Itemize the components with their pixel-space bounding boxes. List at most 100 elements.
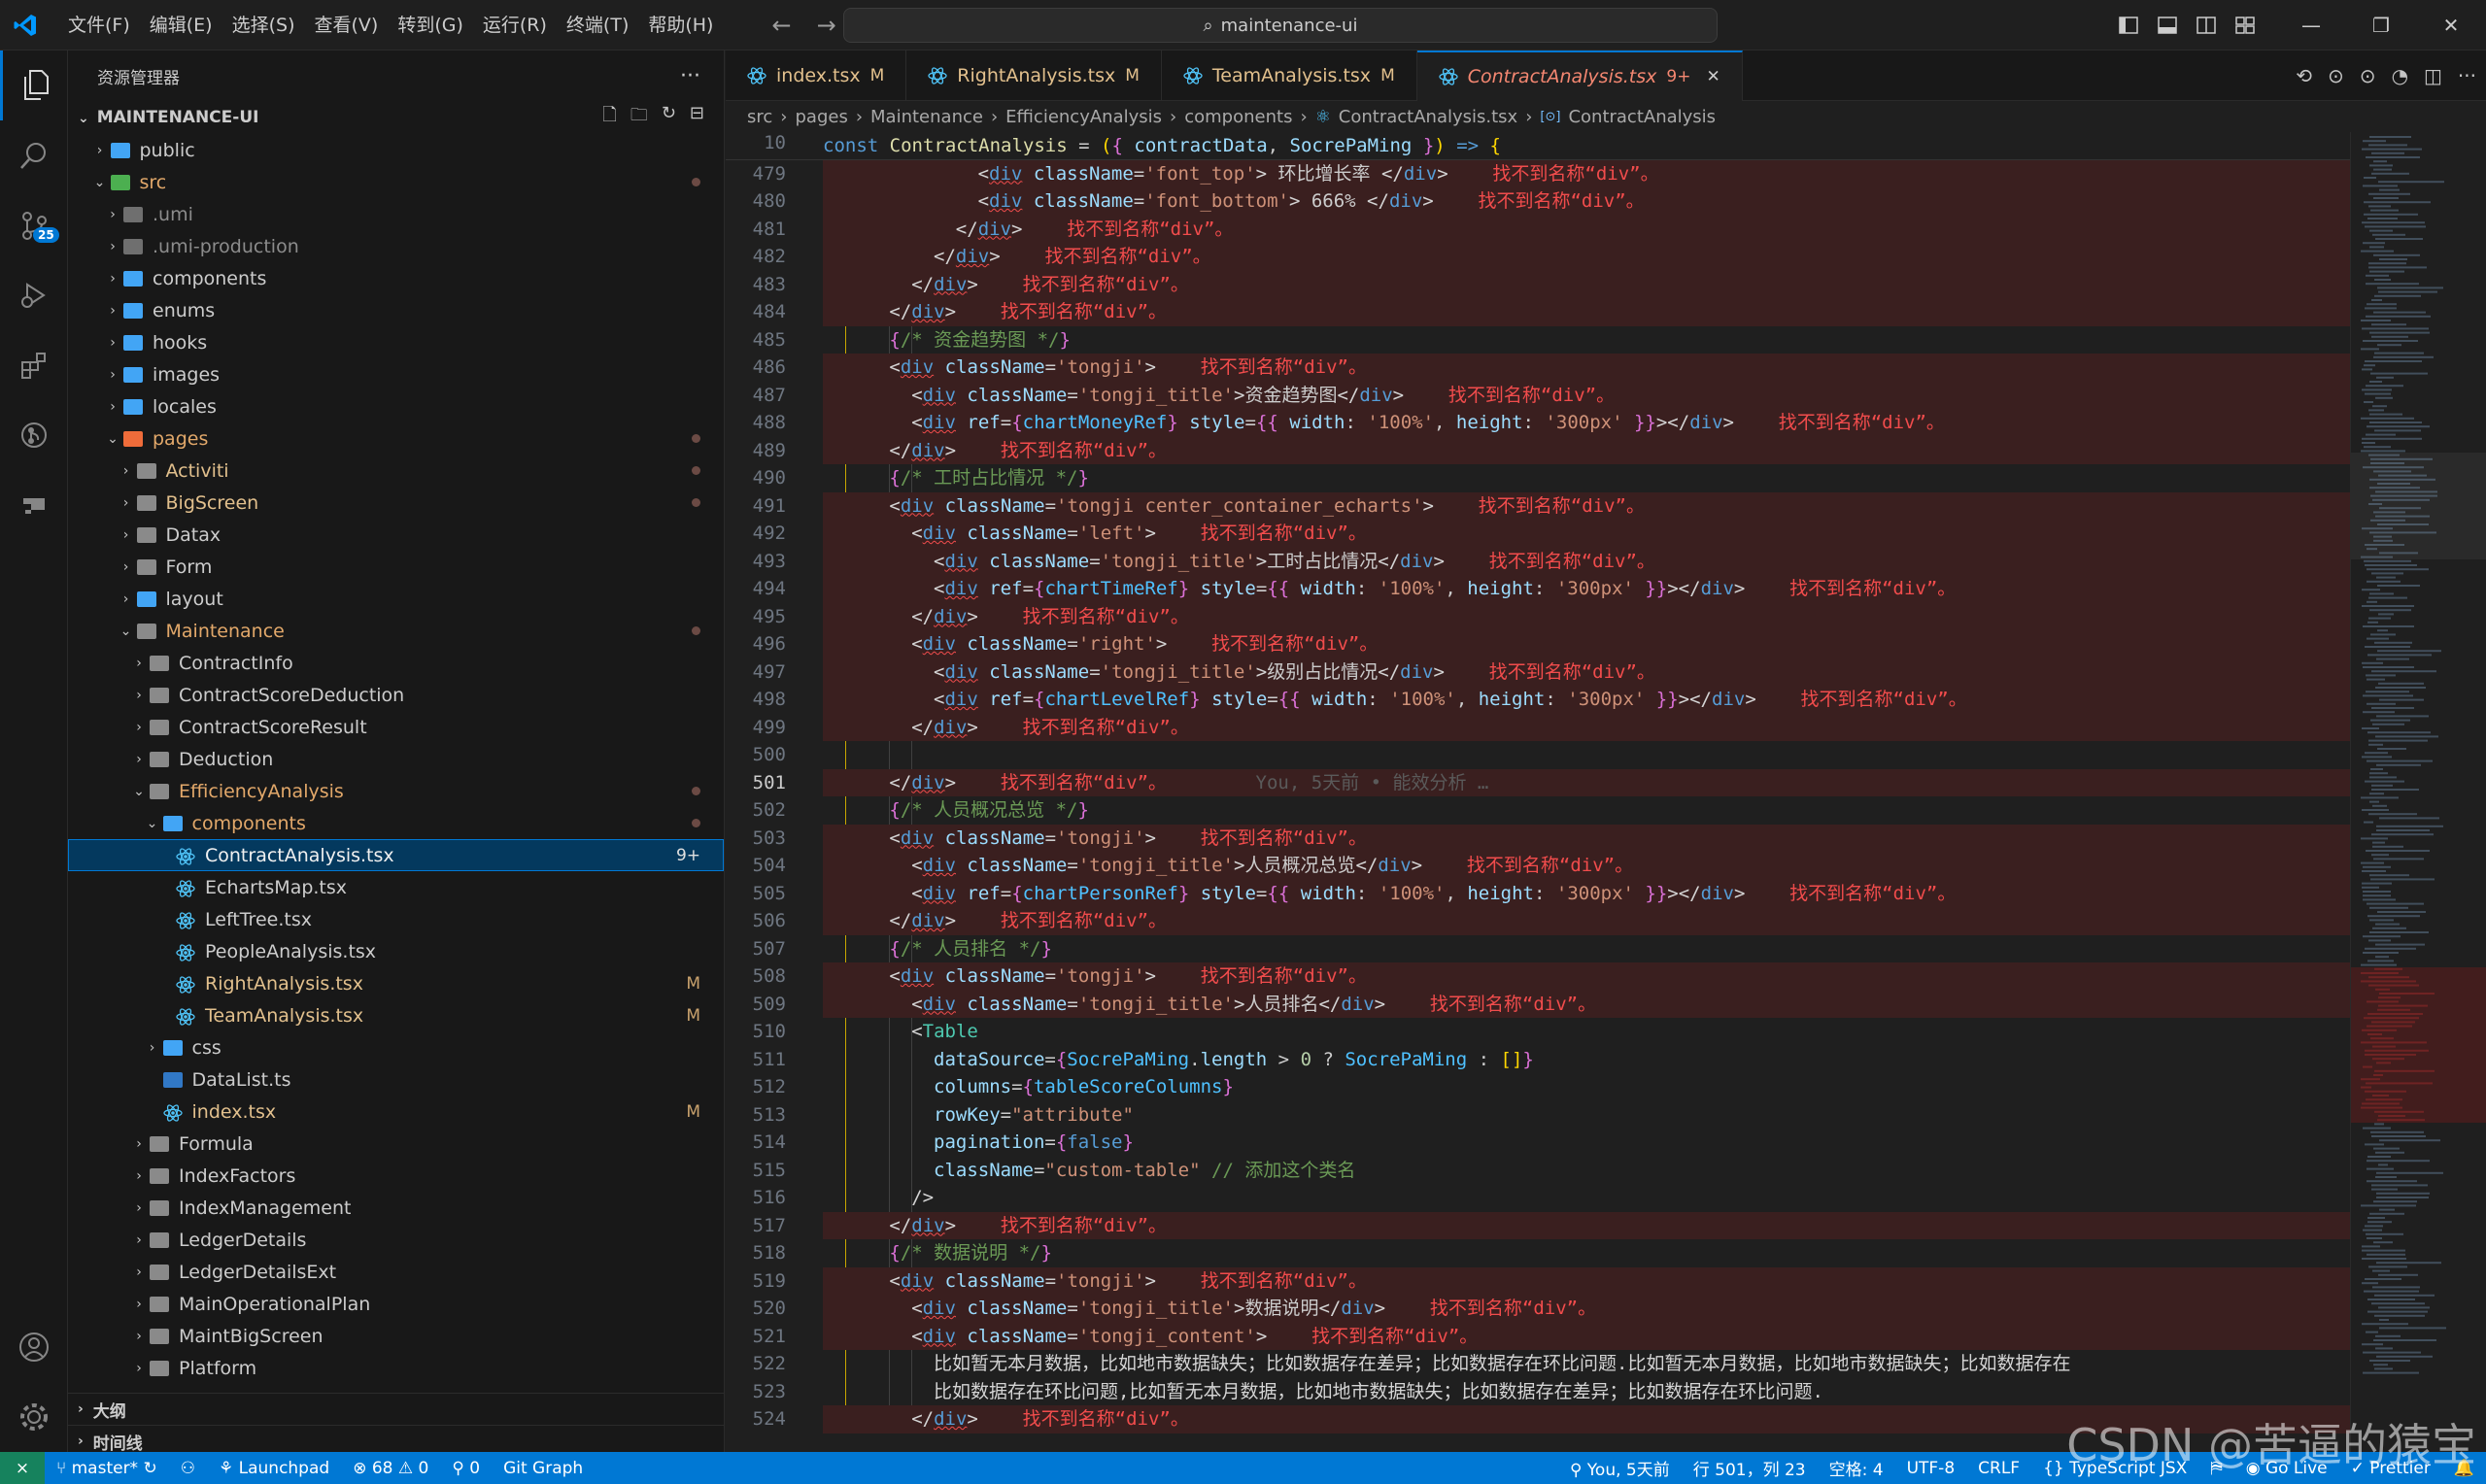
close-icon[interactable]: ✕ (1706, 67, 1720, 86)
menu-item[interactable]: 转到(G) (388, 0, 473, 51)
tree-item[interactable]: EchartsMap.tsx (68, 871, 724, 903)
menu-item[interactable]: 运行(R) (473, 0, 557, 51)
tree-item[interactable]: › images (68, 358, 724, 390)
tree-item[interactable]: ⌄ EfficiencyAnalysis (68, 775, 724, 807)
breadcrumb-item[interactable]: components (1184, 107, 1292, 127)
toggle-primary-sidebar-icon[interactable] (2109, 0, 2148, 51)
ports-indicator[interactable]: ⚲ 0 (440, 1459, 492, 1478)
tree-item[interactable]: › ContractScoreResult (68, 711, 724, 743)
more-actions-icon[interactable]: ··· (2458, 64, 2476, 87)
tree-item[interactable]: › locales (68, 390, 724, 422)
tree-item[interactable]: › Activiti (68, 455, 724, 487)
split-editor-icon[interactable]: ◫ (2424, 64, 2442, 87)
remote-indicator-icon[interactable]: ⨯ (0, 1452, 45, 1484)
cursor-position[interactable]: 行 501，列 23 (1682, 1456, 1818, 1480)
toggle-secondary-sidebar-icon[interactable] (2187, 0, 2226, 51)
back-arrow-icon[interactable]: ← (771, 12, 791, 39)
editor-tab[interactable]: TeamAnalysis.tsx M (1162, 51, 1417, 101)
tree-item[interactable]: ContractAnalysis.tsx 9+ (68, 839, 724, 871)
minimap[interactable] (2350, 132, 2486, 1452)
blame-info[interactable]: ⚲ You, 5天前 (1558, 1456, 1682, 1480)
close-window-button[interactable]: ✕ (2416, 0, 2486, 51)
breadcrumb-item[interactable]: ContractAnalysis (1568, 107, 1716, 127)
launchpad-button[interactable]: ⚘ Launchpad (207, 1459, 341, 1478)
collapse-all-icon[interactable]: ⊟ (690, 103, 704, 132)
breadcrumb-item[interactable]: ContractAnalysis.tsx (1339, 107, 1517, 127)
new-file-icon[interactable]: 🗋 (602, 103, 616, 132)
tree-item[interactable]: › Deduction (68, 743, 724, 775)
remote-explorer-icon[interactable] (0, 470, 68, 540)
tree-item[interactable]: › css (68, 1031, 724, 1063)
tree-item[interactable]: › ContractInfo (68, 647, 724, 679)
menu-item[interactable]: 帮助(H) (638, 0, 723, 51)
new-folder-icon[interactable]: 🗀 (630, 103, 648, 132)
tree-item[interactable]: › Form (68, 551, 724, 583)
sync-icon[interactable]: ⚇ (169, 1459, 207, 1478)
search-icon[interactable] (0, 120, 68, 190)
refresh-icon[interactable]: ↻ (662, 103, 676, 132)
tree-item[interactable]: DataList.ts (68, 1063, 724, 1096)
extensions-icon[interactable] (0, 330, 68, 400)
menu-item[interactable]: 编辑(E) (140, 0, 222, 51)
minimize-button[interactable]: — (2276, 0, 2346, 51)
tree-item[interactable]: › public (68, 134, 724, 166)
source-control-icon[interactable]: 25 (0, 190, 68, 260)
gear-icon[interactable] (0, 1382, 68, 1452)
maximize-button[interactable]: ❐ (2346, 0, 2416, 51)
tree-item[interactable]: › Datax (68, 519, 724, 551)
tree-item[interactable]: index.tsx M (68, 1096, 724, 1128)
code-editor[interactable]: 10 const ContractAnalysis = ({ contractD… (726, 132, 2486, 1452)
tree-item[interactable]: › MainOperationalPlan (68, 1288, 724, 1320)
tree-item[interactable]: PeopleAnalysis.tsx (68, 935, 724, 967)
tree-item[interactable]: › layout (68, 583, 724, 615)
git-graph-icon[interactable] (0, 400, 68, 470)
editor-tab[interactable]: index.tsx M (726, 51, 907, 101)
tree-item[interactable]: ⌄ src (68, 166, 724, 198)
breadcrumb-item[interactable]: Maintenance (870, 107, 983, 127)
menu-item[interactable]: 文件(F) (58, 0, 140, 51)
breadcrumb-item[interactable]: pages (795, 107, 847, 127)
run-debug-icon[interactable] (0, 260, 68, 330)
tree-item[interactable]: › LedgerDetailsExt (68, 1256, 724, 1288)
customize-layout-icon[interactable] (2226, 0, 2265, 51)
workspace-root[interactable]: ⌄ MAINTENANCE-UI 🗋 🗀 ↻ ⊟ (68, 101, 724, 134)
problems-indicator[interactable]: ⊗ 68 ⚠ 0 (341, 1459, 440, 1478)
tree-item[interactable]: › MaintBigScreen (68, 1320, 724, 1352)
more-actions-icon[interactable]: ··· (680, 64, 700, 88)
git-graph-button[interactable]: Git Graph (492, 1459, 595, 1478)
editor-tab[interactable]: ContractAnalysis.tsx 9+ ✕ (1416, 51, 1743, 101)
tree-item[interactable]: TeamAnalysis.tsx M (68, 999, 724, 1031)
account-icon[interactable] (0, 1312, 68, 1382)
tree-item[interactable]: LeftTree.tsx (68, 903, 724, 935)
menu-item[interactable]: 查看(V) (305, 0, 389, 51)
tree-item[interactable]: ⌄ Maintenance (68, 615, 724, 647)
tree-item[interactable]: › LedgerDetails (68, 1224, 724, 1256)
menu-item[interactable]: 选择(S) (222, 0, 305, 51)
breadcrumb-item[interactable]: src (747, 107, 772, 127)
git-compare-icon[interactable]: ⟲ (2296, 64, 2312, 87)
tree-item[interactable]: ⌄ pages (68, 422, 724, 455)
indentation[interactable]: 空格: 4 (1818, 1456, 1895, 1480)
outline-section[interactable]: › 大纲 (68, 1393, 725, 1425)
menu-item[interactable]: 终端(T) (557, 0, 638, 51)
tree-item[interactable]: › ContractScoreDeduction (68, 679, 724, 711)
tree-item[interactable]: › enums (68, 294, 724, 326)
tree-item[interactable]: › Formula (68, 1128, 724, 1160)
editor-tab[interactable]: RightAnalysis.tsx M (906, 51, 1162, 101)
tree-item[interactable]: › BigScreen (68, 487, 724, 519)
tree-item[interactable]: › components (68, 262, 724, 294)
tree-item[interactable]: › .umi (68, 198, 724, 230)
explorer-icon[interactable] (0, 51, 68, 120)
tree-item[interactable]: RightAnalysis.tsx M (68, 967, 724, 999)
next-change-icon[interactable]: ⊙ (2360, 64, 2376, 87)
tree-item[interactable]: › IndexManagement (68, 1192, 724, 1224)
toggle-panel-icon[interactable] (2148, 0, 2187, 51)
encoding[interactable]: UTF-8 (1895, 1459, 1967, 1478)
tree-item[interactable]: › IndexFactors (68, 1160, 724, 1192)
previous-change-icon[interactable]: ⊙ (2328, 64, 2344, 87)
tree-item[interactable]: › hooks (68, 326, 724, 358)
open-changes-icon[interactable]: ◔ (2392, 64, 2408, 87)
end-of-line[interactable]: CRLF (1966, 1459, 2031, 1478)
breadcrumb-item[interactable]: EfficiencyAnalysis (1005, 107, 1162, 127)
tree-item[interactable]: › .umi-production (68, 230, 724, 262)
